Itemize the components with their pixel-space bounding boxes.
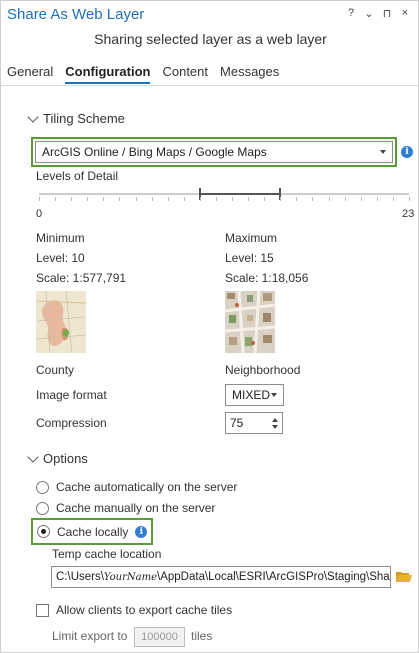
temp-cache-path-input[interactable]: C:\Users\ YourName \AppData\Local\ESRI\Arc… [51, 566, 391, 588]
image-format-value: MIXED [232, 388, 271, 402]
cache-manual-option[interactable]: Cache manually on the server [36, 501, 215, 515]
cache-local-radio[interactable] [37, 525, 50, 538]
tab-content[interactable]: Content [162, 64, 208, 84]
dropdown-arrow-icon [271, 393, 277, 397]
tab-divider [1, 85, 419, 86]
slider-range [199, 193, 281, 195]
minimum-level: Level: 10 [36, 251, 85, 265]
temp-path-prefix: C:\Users\ [56, 571, 104, 583]
slider-max-label: 23 [402, 208, 415, 220]
share-as-web-layer-pane: Share As Web Layer ? ⌄ ⊓ × Sharing selec… [0, 0, 419, 653]
slider-min-label: 0 [36, 208, 43, 220]
slider-tick [344, 197, 346, 201]
window-controls: ? ⌄ ⊓ × [346, 7, 410, 20]
slider-tick [87, 197, 89, 201]
options-title: Options [43, 451, 88, 466]
cache-manual-label: Cache manually on the server [56, 501, 216, 515]
cache-local-label: Cache locally [57, 524, 129, 539]
slider-ticks [39, 197, 410, 203]
cache-auto-radio[interactable] [36, 480, 49, 494]
compression-value: 75 [230, 416, 244, 430]
decrement-icon[interactable] [272, 424, 278, 429]
slider-tick [183, 197, 185, 201]
maximum-caption: Neighborhood [225, 363, 301, 377]
allow-export-label: Allow clients to export cache tiles [56, 603, 233, 617]
temp-path-user: YourName [103, 571, 158, 583]
tab-messages[interactable]: Messages [220, 64, 279, 84]
info-icon[interactable]: i [401, 146, 413, 158]
expand-chevron-icon [27, 110, 39, 123]
allow-export-option[interactable]: Allow clients to export cache tiles [36, 603, 232, 617]
limit-export-input[interactable]: 100000 [134, 627, 185, 647]
dropdown-arrow-icon [380, 150, 386, 154]
limit-export-label: Limit export to [52, 629, 128, 643]
slider-tick [296, 197, 298, 201]
tab-bar: General Configuration Content Messages [7, 64, 279, 84]
tab-general[interactable]: General [7, 64, 53, 84]
minimum-scale: Scale: 1:577,791 [36, 271, 127, 285]
neighborhood-preview-image [225, 291, 275, 353]
slider-tick [55, 197, 57, 201]
tiling-scheme-highlight: ArcGIS Online / Bing Maps / Google Maps [31, 137, 397, 167]
close-icon[interactable]: × [400, 7, 410, 20]
pane-subtitle: Sharing selected layer as a web layer [94, 31, 327, 47]
info-icon[interactable]: i [135, 525, 148, 538]
expand-chevron-icon [27, 450, 39, 463]
levels-slider[interactable] [39, 187, 410, 203]
slider-tick [376, 197, 378, 201]
maximum-scale: Scale: 1:18,056 [225, 271, 309, 285]
slider-tick [232, 197, 234, 201]
image-format-label: Image format [36, 388, 107, 402]
levels-of-detail-label: Levels of Detail [36, 169, 119, 183]
tiling-scheme-header[interactable]: Tiling Scheme [27, 110, 125, 126]
tab-configuration[interactable]: Configuration [65, 64, 151, 84]
tiling-scheme-value: ArcGIS Online / Bing Maps / Google Maps [42, 145, 267, 159]
increment-icon[interactable] [272, 417, 278, 422]
slider-tick [392, 197, 394, 201]
temp-path-suffix: \AppData\Local\ESRI\ArcGISPro\Staging\Sh… [157, 571, 390, 583]
limit-export-unit: tiles [191, 629, 213, 643]
image-format-dropdown[interactable]: MIXED [225, 384, 284, 406]
pane-title: Share As Web Layer [7, 6, 145, 23]
options-header[interactable]: Options [27, 450, 88, 466]
allow-export-checkbox[interactable] [36, 603, 49, 617]
tiling-scheme-title: Tiling Scheme [43, 111, 125, 126]
slider-tick [312, 197, 314, 201]
help-icon[interactable]: ? [346, 7, 356, 20]
slider-tick [119, 197, 121, 201]
slider-tick [360, 197, 362, 201]
slider-tick [215, 197, 217, 201]
cache-local-option[interactable]: Cache locally i [31, 518, 153, 545]
slider-tick [151, 197, 153, 201]
compression-label: Compression [36, 416, 107, 430]
maximum-level: Level: 15 [225, 251, 274, 265]
folder-icon[interactable] [396, 571, 412, 586]
cache-auto-option[interactable]: Cache automatically on the server [36, 480, 237, 494]
temp-cache-label: Temp cache location [52, 547, 162, 561]
tiling-scheme-dropdown[interactable]: ArcGIS Online / Bing Maps / Google Maps [35, 141, 393, 163]
minimum-caption: County [36, 363, 75, 377]
slider-tick [280, 197, 282, 201]
cache-manual-radio[interactable] [36, 501, 49, 515]
slider-tick [328, 197, 330, 201]
slider-tick [248, 197, 250, 201]
slider-tick [264, 197, 266, 201]
slider-tick [409, 197, 410, 201]
compression-stepper[interactable]: 75 [225, 412, 283, 434]
minimum-heading: Minimum [36, 231, 85, 245]
cache-auto-label: Cache automatically on the server [56, 480, 238, 494]
slider-tick [135, 197, 137, 201]
slider-tick [199, 197, 201, 201]
pin-icon[interactable]: ⊓ [382, 7, 392, 20]
county-preview-image [36, 291, 86, 353]
options-chevron-icon[interactable]: ⌄ [364, 7, 374, 20]
slider-tick [39, 197, 40, 201]
slider-tick [167, 197, 169, 201]
slider-tick [103, 197, 105, 201]
slider-tick [71, 197, 73, 201]
maximum-heading: Maximum [225, 231, 278, 245]
